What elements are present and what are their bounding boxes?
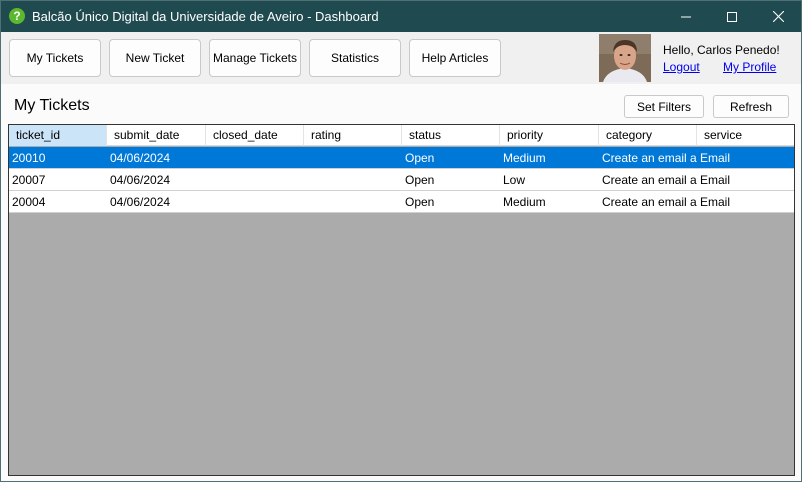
cell-ticket-id: 20010 <box>12 151 46 165</box>
cell-status: Open <box>405 195 435 209</box>
minimize-icon <box>681 16 691 17</box>
column-header-priority[interactable]: priority <box>500 125 599 146</box>
column-header-rating[interactable]: rating <box>304 125 402 146</box>
cell-rating <box>304 169 402 191</box>
my-profile-link[interactable]: My Profile <box>723 60 776 74</box>
cell-ticket-id: 20007 <box>12 173 46 187</box>
table-row[interactable]: 20004 04/06/2024 Open Medium Create an e… <box>9 191 794 213</box>
cell-service: Email <box>700 151 731 165</box>
window-title: Balcão Único Digital da Universidade de … <box>32 9 379 24</box>
cell-category: Create an email a... <box>602 151 697 165</box>
cell-rating <box>304 147 402 169</box>
set-filters-button[interactable]: Set Filters <box>624 95 704 118</box>
cell-priority: Medium <box>503 151 546 165</box>
cell-service: Email <box>700 195 731 209</box>
user-greeting: Hello, Carlos Penedo! <box>663 43 780 57</box>
help-articles-button[interactable]: Help Articles <box>409 39 501 77</box>
cell-category: Create an email a... <box>602 195 697 209</box>
user-avatar-icon <box>599 34 651 82</box>
table-row[interactable]: 20010 04/06/2024 Open Medium Create an e… <box>9 147 794 169</box>
maximize-button[interactable] <box>709 1 755 32</box>
column-header-closed-date[interactable]: closed_date <box>206 125 304 146</box>
cell-status: Open <box>405 151 435 165</box>
minimize-button[interactable] <box>663 1 709 32</box>
cell-closed-date <box>206 147 304 169</box>
maximize-icon <box>727 11 737 22</box>
cell-ticket-id: 20004 <box>12 195 46 209</box>
avatar <box>599 34 651 82</box>
page-title: My Tickets <box>14 97 90 114</box>
my-tickets-button[interactable]: My Tickets <box>9 39 101 77</box>
cell-closed-date <box>206 169 304 191</box>
cell-priority: Medium <box>503 195 546 209</box>
close-button[interactable] <box>755 1 801 32</box>
app-window: ? Balcão Único Digital da Universidade d… <box>0 0 802 482</box>
help-question-icon: ? <box>9 8 25 24</box>
manage-tickets-button[interactable]: Manage Tickets <box>209 39 301 77</box>
cell-rating <box>304 191 402 213</box>
column-header-service[interactable]: service <box>697 125 794 146</box>
table-row[interactable]: 20007 04/06/2024 Open Low Create an emai… <box>9 169 794 191</box>
statistics-button[interactable]: Statistics <box>309 39 401 77</box>
column-header-submit-date[interactable]: submit_date <box>107 125 206 146</box>
cell-submit-date: 04/06/2024 <box>110 195 171 209</box>
cell-submit-date: 04/06/2024 <box>110 151 171 165</box>
cell-status: Open <box>405 173 435 187</box>
refresh-button[interactable]: Refresh <box>713 95 789 118</box>
title-bar[interactable]: ? Balcão Único Digital da Universidade d… <box>1 1 801 32</box>
logout-link[interactable]: Logout <box>663 60 700 74</box>
cell-closed-date <box>206 191 304 213</box>
new-ticket-button[interactable]: New Ticket <box>109 39 201 77</box>
tickets-table[interactable]: ticket_id submit_date closed_date rating… <box>8 124 795 476</box>
toolbar: My Tickets New Ticket Manage Tickets Sta… <box>1 32 801 84</box>
close-icon <box>772 11 784 22</box>
cell-service: Email <box>700 173 731 187</box>
cell-category: Create an email a... <box>602 173 697 187</box>
main-panel: My Tickets Set Filters Refresh ticket_id… <box>1 84 801 481</box>
column-header-ticket-id[interactable]: ticket_id <box>9 125 107 146</box>
cell-priority: Low <box>503 173 526 187</box>
table-header: ticket_id submit_date closed_date rating… <box>9 125 794 146</box>
column-header-category[interactable]: category <box>599 125 697 146</box>
column-header-status[interactable]: status <box>402 125 500 146</box>
cell-submit-date: 04/06/2024 <box>110 173 171 187</box>
